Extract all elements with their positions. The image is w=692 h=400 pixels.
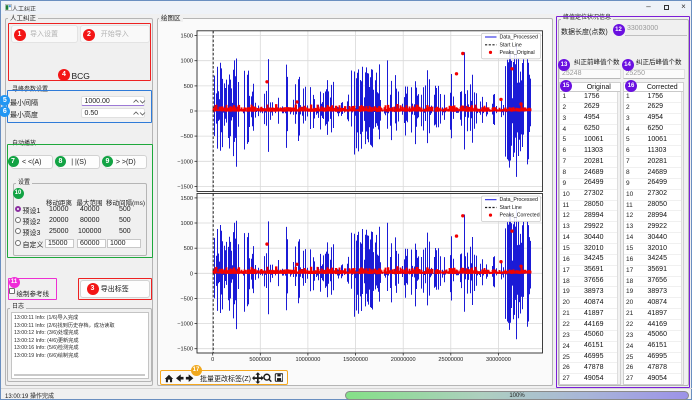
svg-text:Start Line: Start Line bbox=[500, 42, 522, 48]
svg-text:5000000: 5000000 bbox=[249, 357, 271, 363]
svg-text:−1500: −1500 bbox=[177, 184, 193, 190]
svg-text:−1000: −1000 bbox=[177, 159, 193, 165]
svg-text:Peaks_Original: Peaks_Original bbox=[500, 50, 535, 56]
svg-text:20000000: 20000000 bbox=[391, 357, 416, 363]
svg-text:−1500: −1500 bbox=[177, 347, 193, 353]
svg-text:−500: −500 bbox=[180, 134, 193, 140]
svg-text:1500: 1500 bbox=[181, 34, 193, 40]
svg-text:1000: 1000 bbox=[181, 221, 193, 227]
svg-text:−1000: −1000 bbox=[177, 322, 193, 328]
svg-text:30000000: 30000000 bbox=[486, 357, 511, 363]
svg-text:Start Line: Start Line bbox=[500, 205, 522, 211]
svg-text:0: 0 bbox=[211, 357, 214, 363]
svg-text:25000000: 25000000 bbox=[438, 357, 463, 363]
svg-text:10000000: 10000000 bbox=[295, 357, 320, 363]
svg-text:15000000: 15000000 bbox=[343, 357, 368, 363]
svg-text:1000: 1000 bbox=[181, 59, 193, 65]
svg-text:−500: −500 bbox=[180, 296, 193, 302]
svg-text:1500: 1500 bbox=[181, 196, 193, 202]
svg-text:Data_Processed: Data_Processed bbox=[500, 35, 538, 41]
svg-text:Peaks_Corrected: Peaks_Corrected bbox=[500, 213, 540, 219]
svg-text:0: 0 bbox=[190, 109, 193, 115]
svg-text:0: 0 bbox=[190, 271, 193, 277]
svg-text:500: 500 bbox=[184, 246, 193, 252]
svg-text:Data_Processed: Data_Processed bbox=[500, 197, 538, 203]
svg-text:500: 500 bbox=[184, 84, 193, 90]
